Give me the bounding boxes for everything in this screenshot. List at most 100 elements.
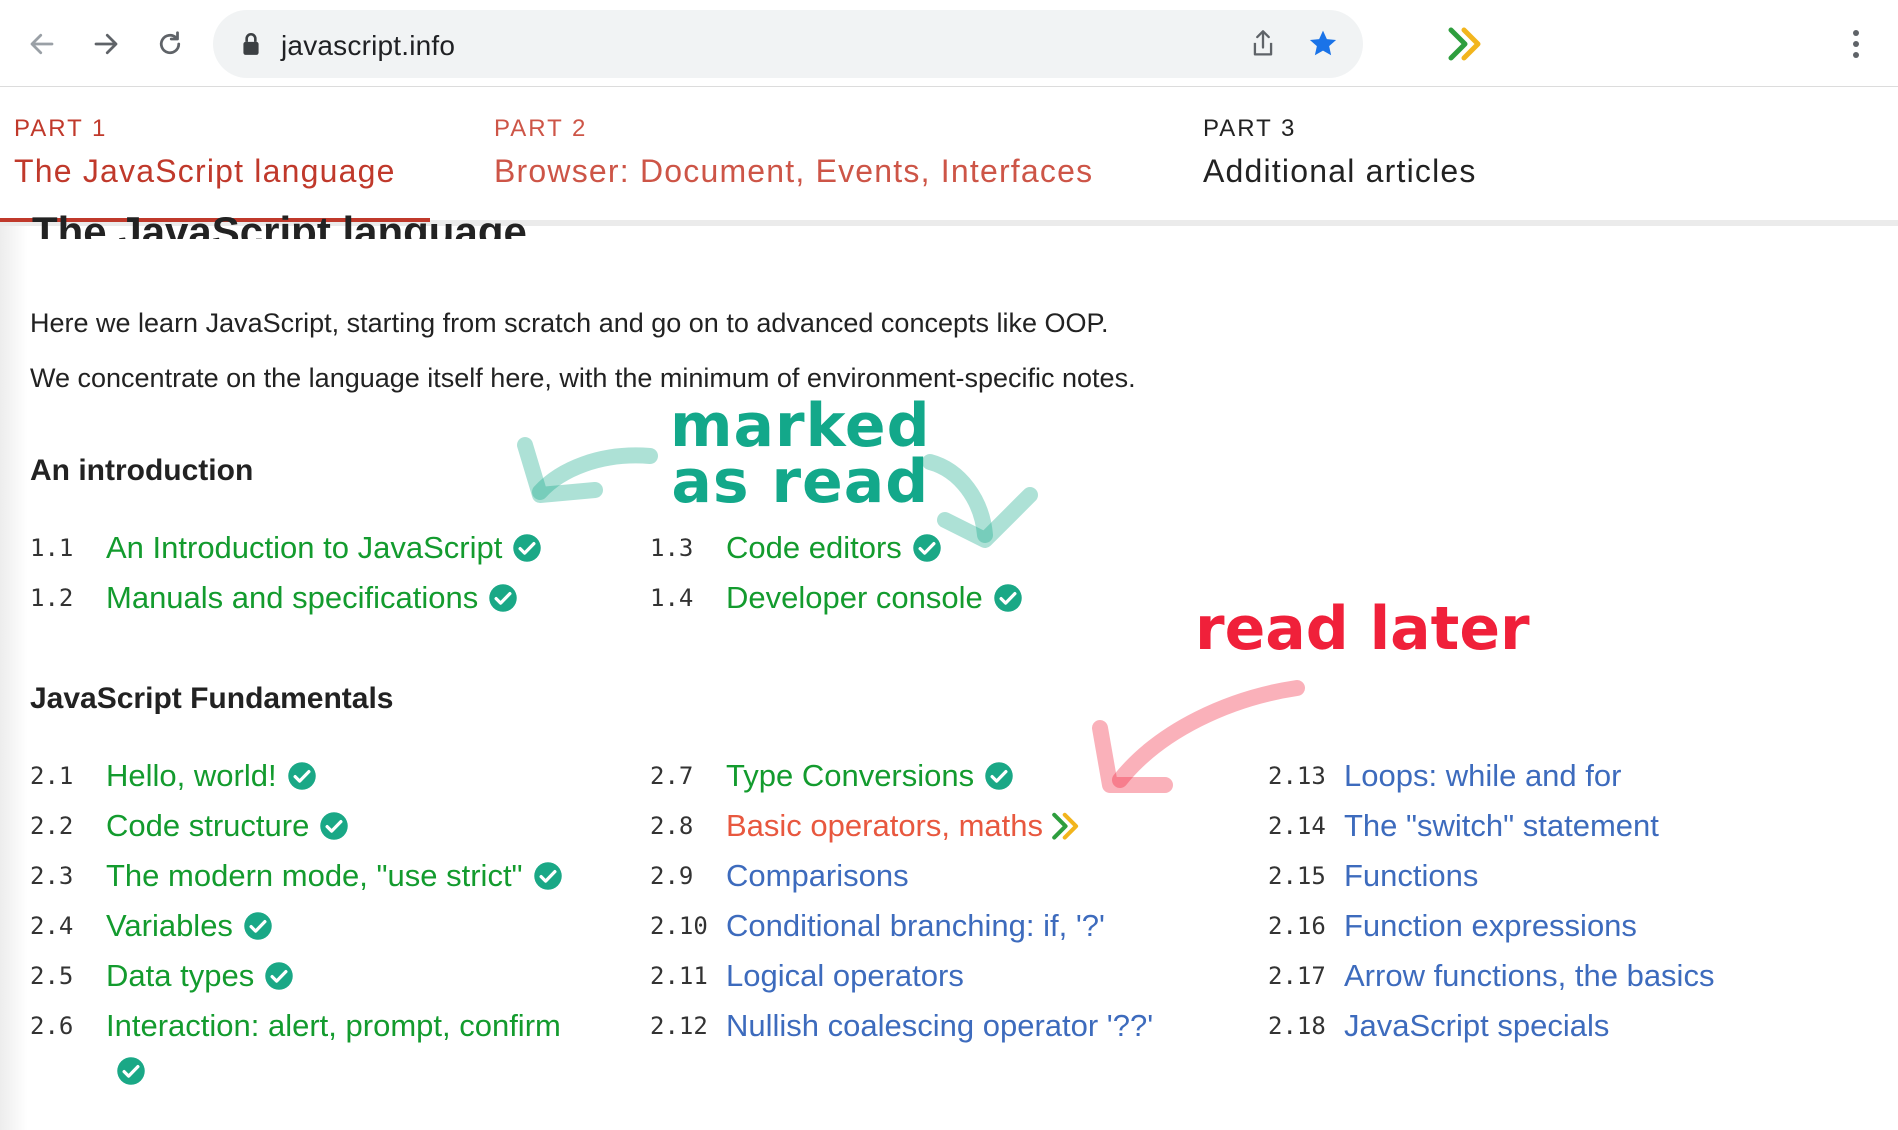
chapter-number: 2.8 [650, 812, 694, 840]
chapter-item: 2.5 Data types [30, 958, 294, 994]
double-chevron-icon [1051, 810, 1085, 842]
chapter-number: 2.11 [650, 962, 708, 990]
chapter-link[interactable]: Basic operators, maths [726, 808, 1043, 844]
chapter-number: 1.2 [30, 584, 74, 612]
chapter-link[interactable]: Code editors [726, 530, 902, 566]
share-icon[interactable] [1245, 26, 1281, 62]
chapter-link[interactable]: Developer console [726, 580, 983, 616]
checkmark-icon [984, 761, 1014, 791]
chapter-number: 2.6 [30, 1012, 74, 1040]
part-title: Browser: Document, Events, Interfaces [494, 153, 1094, 189]
chapter-link[interactable]: Function expressions [1344, 908, 1637, 944]
chapter-item: 1.2 Manuals and specifications [30, 580, 518, 616]
chapter-link[interactable]: Type Conversions [726, 758, 974, 794]
part-number: PART 2 [494, 115, 588, 142]
chapter-link[interactable]: The "switch" statement [1344, 808, 1659, 844]
chapter-item: 2.9 Comparisons [650, 858, 909, 894]
chapter-number: 2.2 [30, 812, 74, 840]
read-later-annotation: read later [1195, 594, 1530, 664]
chapter-link[interactable]: Logical operators [726, 958, 964, 994]
chapter-item: 1.4 Developer console [650, 580, 1023, 616]
intro-paragraph: We concentrate on the language itself he… [30, 363, 1136, 393]
chapter-link[interactable]: Nullish coalescing operator '??' [726, 1008, 1153, 1044]
chapter-link[interactable]: Variables [106, 908, 233, 944]
checkmark-icon [533, 861, 563, 891]
chapter-item: 2.7 Type Conversions [650, 758, 1014, 794]
annotation-line: as read [671, 447, 930, 517]
back-button[interactable] [20, 22, 64, 66]
chapter-link[interactable]: Manuals and specifications [106, 580, 478, 616]
star-icon[interactable] [1305, 26, 1341, 62]
forward-button[interactable] [84, 22, 128, 66]
chapter-link[interactable]: Functions [1344, 858, 1478, 894]
chapter-link[interactable]: An Introduction to JavaScript [106, 530, 502, 566]
part-title: The JavaScript language [14, 153, 396, 189]
checkmark-icon [319, 811, 349, 841]
chapter-item: 2.1 Hello, world! [30, 758, 317, 794]
chapter-link[interactable]: Data types [106, 958, 254, 994]
chapter-item: 2.3 The modern mode, "use strict" [30, 858, 563, 894]
chapter-item: 2.8 Basic operators, maths [650, 808, 1085, 844]
chapter-number: 2.17 [1268, 962, 1326, 990]
chapter-link[interactable]: Interaction: alert, prompt, confirm [106, 1008, 561, 1044]
checkmark-icon [488, 583, 518, 613]
chapter-link[interactable]: Conditional branching: if, '?' [726, 908, 1105, 944]
page-edge-shadow [0, 220, 28, 1130]
url-text[interactable]: javascript.info [281, 30, 455, 62]
checkmark-icon [264, 961, 294, 991]
chapter-number: 2.15 [1268, 862, 1326, 890]
section-title: JavaScript Fundamentals [30, 682, 394, 715]
lock-icon[interactable] [233, 26, 269, 62]
chapter-link[interactable]: The modern mode, "use strict" [106, 858, 523, 894]
chapter-number: 1.3 [650, 534, 694, 562]
part-title: Additional articles [1203, 153, 1477, 189]
chapter-link[interactable]: Comparisons [726, 858, 909, 894]
chapter-item: 2.17 Arrow functions, the basics [1268, 958, 1714, 994]
marked-as-read-annotation: marked as read [670, 391, 931, 517]
chapter-number: 1.4 [650, 584, 694, 612]
chapter-link[interactable]: JavaScript specials [1344, 1008, 1609, 1044]
chapter-item: 1.3 Code editors [650, 530, 942, 566]
chapter-item: 2.4 Variables [30, 908, 273, 944]
chapter-number: 1.1 [30, 534, 74, 562]
chapter-number: 2.10 [650, 912, 708, 940]
reload-button[interactable] [148, 22, 192, 66]
part-number: PART 3 [1203, 115, 1297, 142]
kebab-menu-icon[interactable] [1836, 24, 1876, 64]
chapter-number: 2.4 [30, 912, 74, 940]
tab-part-3[interactable]: PART 3 Additional articles [1203, 115, 1477, 190]
chapter-number: 2.5 [30, 962, 74, 990]
chapter-item: 2.18 JavaScript specials [1268, 1008, 1609, 1044]
tab-part-2[interactable]: PART 2 Browser: Document, Events, Interf… [494, 115, 1093, 190]
chapter-number: 2.18 [1268, 1012, 1326, 1040]
chapter-link[interactable]: Loops: while and for [1344, 758, 1621, 794]
arrow-left-icon [30, 33, 54, 55]
tab-part-1[interactable]: PART 1 The JavaScript language [14, 115, 396, 190]
address-bar[interactable]: javascript.info [213, 10, 1363, 78]
chapter-number: 2.12 [650, 1012, 708, 1040]
checkmark-icon [116, 1056, 146, 1086]
chapter-link[interactable]: Hello, world! [106, 758, 277, 794]
chapter-item: 2.13 Loops: while and for [1268, 758, 1621, 794]
reload-icon [159, 31, 181, 55]
page-title: The JavaScript language [32, 208, 527, 239]
chapter-number: 2.14 [1268, 812, 1326, 840]
chapter-number: 2.7 [650, 762, 694, 790]
chapter-link[interactable]: Arrow functions, the basics [1344, 958, 1714, 994]
chapter-item: 2.6 Interaction: alert, prompt, confirm [30, 1008, 561, 1085]
double-chevron-icon[interactable] [1447, 24, 1489, 64]
checkmark-icon [287, 761, 317, 791]
chapter-item: 2.10 Conditional branching: if, '?' [650, 908, 1105, 944]
chapter-number: 2.3 [30, 862, 74, 890]
chapter-number: 2.13 [1268, 762, 1326, 790]
chapter-number: 2.9 [650, 862, 694, 890]
section-title: An introduction [30, 454, 254, 487]
chapter-item: 2.16 Function expressions [1268, 908, 1637, 944]
checkmark-icon [993, 583, 1023, 613]
chapter-link[interactable]: Code structure [106, 808, 309, 844]
chapter-item: 2.15 Functions [1268, 858, 1478, 894]
chapter-item: 2.11 Logical operators [650, 958, 964, 994]
annotation-line: marked [670, 391, 931, 461]
checkmark-icon [243, 911, 273, 941]
checkmark-icon [512, 533, 542, 563]
